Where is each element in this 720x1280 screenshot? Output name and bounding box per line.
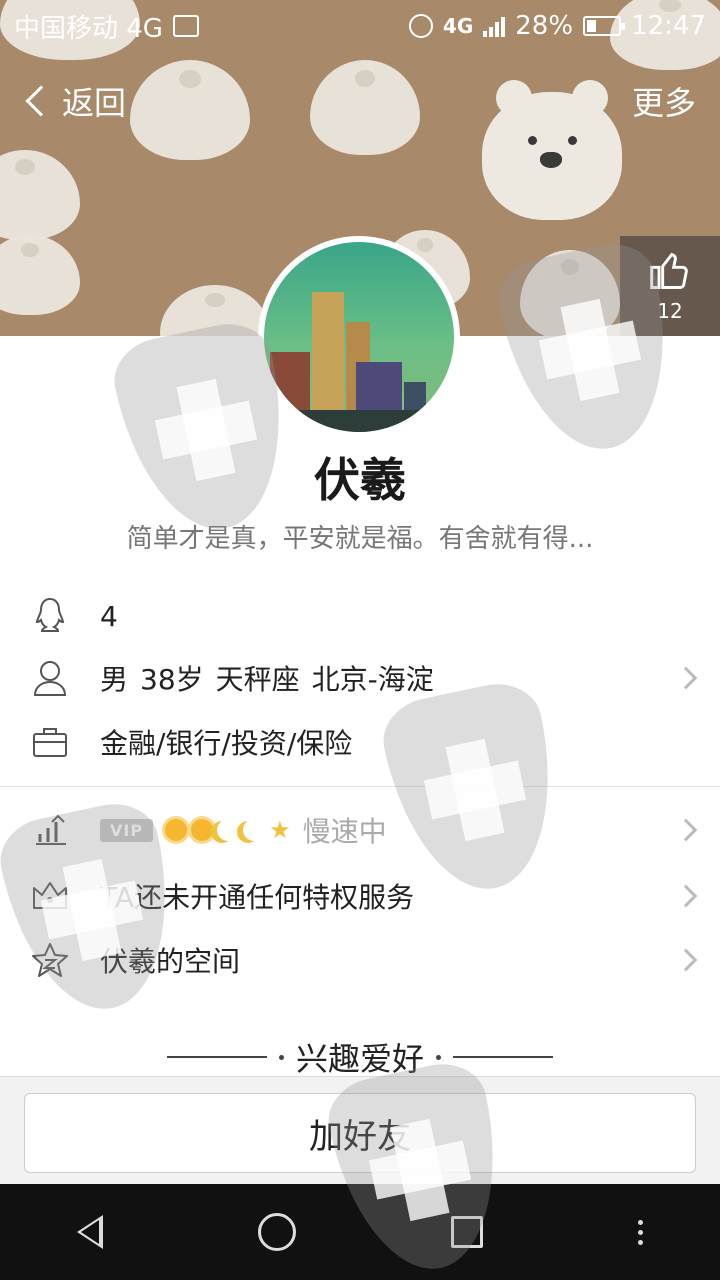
person-icon: [33, 661, 67, 696]
briefcase-icon: [33, 728, 67, 757]
zodiac: 天秤座: [215, 663, 300, 696]
industry-row: 金融/银行/投资/保险: [0, 712, 720, 772]
industry: 金融/银行/投资/保险: [100, 727, 353, 760]
back-triangle-icon[interactable]: [77, 1215, 104, 1249]
level-chart-icon: [36, 814, 66, 845]
level-icons: ★: [165, 816, 291, 844]
chevron-left-icon: [25, 85, 57, 117]
hobby-section-title: 兴趣爱好: [0, 1034, 720, 1080]
qzone-row[interactable]: 伏羲的空间: [0, 930, 720, 990]
clock: 12:47: [631, 11, 706, 41]
vip-level-row[interactable]: VIP ★ 慢速中: [0, 800, 720, 860]
building-shape: [264, 410, 454, 432]
status-bar: 中国移动 4G 4G 28% 12:47: [0, 0, 720, 52]
basic-info-row[interactable]: 男 38岁 天秤座 北京-海淀: [0, 648, 720, 708]
recents-square-icon[interactable]: [450, 1216, 483, 1248]
decorative-dot: [436, 1054, 441, 1060]
speed-status: 慢速中: [302, 815, 387, 848]
star-icon: ★: [269, 816, 291, 844]
bun-decoration: [0, 235, 80, 315]
like-count: 12: [657, 299, 683, 323]
back-button[interactable]: 返回: [20, 78, 126, 124]
more-button[interactable]: 更多: [632, 78, 696, 124]
avatar[interactable]: [258, 236, 460, 438]
gender: 男: [100, 663, 129, 696]
bun-decoration: [160, 285, 270, 336]
space-label: 伏羲的空间: [100, 945, 241, 978]
back-label: 返回: [62, 84, 127, 122]
decorative-dot: [278, 1054, 284, 1060]
chevron-right-icon: [674, 818, 698, 842]
home-circle-icon[interactable]: [258, 1213, 297, 1251]
qq-number-row: 4: [0, 586, 720, 646]
add-friend-button[interactable]: 加好友: [24, 1093, 696, 1173]
crown-icon: [33, 882, 67, 909]
qq-number: 4: [100, 599, 118, 633]
decorative-line: [166, 1056, 267, 1058]
sun-icon: [165, 819, 188, 841]
age: 38岁: [140, 663, 204, 696]
profile-signature: 简单才是真，平安就是福。有舍就有得...: [126, 524, 594, 554]
alarm-icon: [408, 14, 433, 38]
chevron-right-icon: [674, 666, 698, 690]
vip-badge: VIP: [100, 818, 154, 842]
hobby-title: 兴趣爱好: [295, 1040, 424, 1078]
action-bar: 加好友: [0, 1076, 720, 1184]
decorative-line: [453, 1056, 553, 1058]
privilege-text: TA还未开通任何特权服务: [100, 881, 415, 914]
network-label: 4G: [442, 14, 474, 38]
signal-icon: [483, 15, 506, 37]
top-nav: 返回 更多: [0, 78, 720, 126]
thumbs-up-icon: [650, 252, 688, 289]
privilege-row[interactable]: TA还未开通任何特权服务: [0, 866, 720, 926]
chevron-right-icon: [674, 948, 698, 972]
chevron-right-icon: [674, 884, 698, 908]
profile-name: 伏羲: [314, 453, 406, 507]
bun-decoration: [520, 250, 620, 336]
battery-icon: [583, 16, 626, 36]
carrier-label: 中国移动 4G: [14, 13, 163, 44]
moon-icon: [243, 819, 265, 841]
image-icon: [172, 15, 199, 37]
star-space-icon: [32, 943, 68, 977]
bun-decoration: [0, 150, 80, 240]
moon-icon: [217, 819, 239, 841]
sun-icon: [191, 819, 214, 841]
system-navigation-bar: [0, 1184, 720, 1280]
menu-dots-icon[interactable]: [637, 1219, 643, 1245]
penguin-icon: [35, 597, 65, 632]
like-button[interactable]: 12: [620, 236, 720, 336]
location: 北京-海淀: [311, 663, 434, 696]
section-divider: [0, 786, 720, 787]
battery-percent: 28%: [515, 11, 574, 41]
